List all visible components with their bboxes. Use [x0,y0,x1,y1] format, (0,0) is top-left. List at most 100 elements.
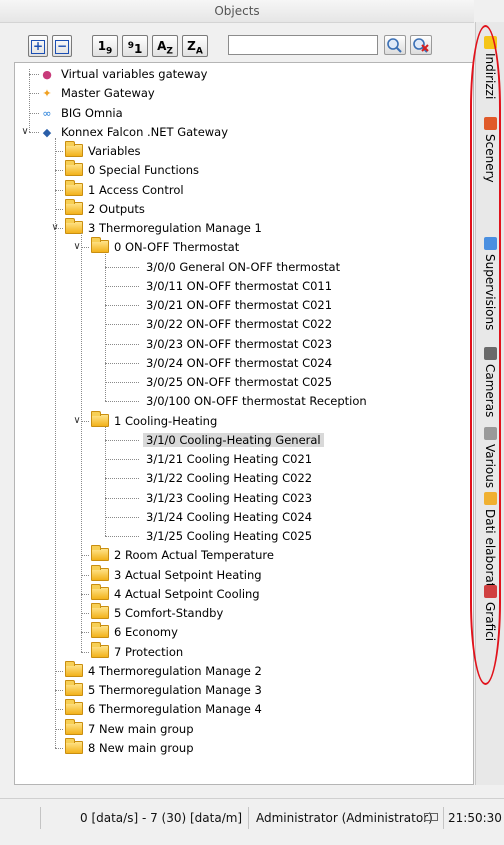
tree-folder[interactable]: 1 Cooling-Heating [91,410,220,430]
tree-item-label: Variables [88,144,141,158]
tree-leaf[interactable]: 3/1/21 Cooling Heating C021 [143,450,315,468]
folder-icon [65,198,83,215]
plus-icon: + [31,39,45,54]
search-input[interactable] [228,35,378,55]
tree-item-label: 3/0/23 ON-OFF thermostat C023 [146,336,333,351]
tree-line [105,253,106,402]
folder-icon [91,564,109,581]
tree-folder[interactable]: 4 Thermoregulation Manage 2 [65,660,265,680]
tree-item-label: 3/0/100 ON-OFF thermostat Reception [146,394,367,409]
tree-leaf[interactable]: 3/0/100 ON-OFF thermostat Reception [143,392,370,410]
sort-a-z-button[interactable]: AZ [152,35,178,57]
tree-leaf[interactable]: 3/0/24 ON-OFF thermostat C024 [143,354,335,372]
tree-folder[interactable]: 5 Comfort-Standby [91,603,226,622]
tree-folder[interactable]: 2 Outputs [65,198,148,218]
expand-arrow-icon[interactable]: ∨ [19,123,31,141]
folder-icon [65,737,83,754]
tree-leaf[interactable]: 3/1/0 Cooling-Heating General [143,431,324,449]
expand-all-button[interactable]: + [28,35,48,57]
tree-folder[interactable]: 6 Economy [91,622,181,641]
tree-folder[interactable]: 6 Thermoregulation Manage 4 [65,699,265,718]
tree-folder[interactable]: 3 Actual Setpoint Heating [91,564,265,584]
tree-item-label: 3/0/0 General ON-OFF thermostat [146,259,341,274]
folder-icon [91,237,109,254]
folder-icon [91,545,109,562]
tree-line [105,382,139,383]
tree-item-label: 5 Comfort-Standby [114,606,224,620]
tree-leaf[interactable]: 3/0/22 ON-OFF thermostat C022 [143,315,335,333]
tree-leaf[interactable]: 3/1/23 Cooling Heating C023 [143,489,315,507]
folder-icon [91,603,109,619]
tree-line [55,151,63,152]
tree-folder[interactable]: 0 ON-OFF Thermostat [91,237,242,256]
tree-line [105,266,139,268]
object-tree[interactable]: ● Virtual variables gateway ✦ Master Gatewa… [14,62,474,785]
tree-leaf[interactable]: 3/1/22 Cooling Heating C022 [143,469,315,487]
status-separator [443,807,444,829]
tree-item-label: Virtual variables gateway [61,67,208,81]
tree-line [105,439,139,441]
sort-z-a-main: Z [187,39,196,53]
search-button[interactable] [384,35,406,55]
tree-line [55,747,63,749]
tree-item-label: 4 Thermoregulation Manage 2 [88,663,262,678]
tree-folder[interactable]: 7 Protection [91,641,186,661]
tree-item-master-gateway[interactable]: ✦ Master Gateway [39,84,158,102]
tree-line [55,170,63,172]
tree-item-label: 7 Protection [114,644,184,659]
folder-icon [65,718,83,735]
panel-title: Objects [0,0,474,23]
current-user: Administrator (Administrator) [256,811,433,825]
tree-leaf[interactable]: 3/1/24 Cooling Heating C024 [143,508,315,526]
tree-folder[interactable]: 8 New main group [65,737,197,757]
sort-9-1-main: 1 [133,42,143,56]
tree-leaf[interactable]: 3/0/25 ON-OFF thermostat C025 [143,373,335,391]
tree-leaf[interactable]: 3/0/11 ON-OFF thermostat C011 [143,277,335,295]
tree-leaf[interactable]: 3/1/25 Cooling Heating C025 [143,527,315,545]
tree-line [105,305,139,306]
tree-line [55,709,63,711]
sort-a-z-main: A [157,39,167,53]
tree-item-label: 8 New main group [88,740,194,755]
tree-line [81,593,89,595]
tree-item-label: 3/0/25 ON-OFF thermostat C025 [146,375,333,389]
sort-1-9-button[interactable]: 19 [92,35,118,57]
keyboard-icon [424,813,438,821]
data-rate: 0 [data/s] - 7 (30) [data/m] [80,811,243,825]
folder-icon [65,699,83,716]
tree-item-label: 3/1/25 Cooling Heating C025 [146,529,313,543]
tree-item-big-omnia[interactable]: ∞ BIG Omnia [39,104,126,122]
tree-item-knx-gateway[interactable]: ◆ Konnex Falcon .NET Gateway [39,123,231,141]
tree-folder[interactable]: 7 New main group [65,718,197,738]
tree-leaf[interactable]: 3/0/21 ON-OFF thermostat C021 [143,296,335,314]
tree-leaf[interactable]: 3/0/0 General ON-OFF thermostat [143,258,343,276]
sort-9-1-button[interactable]: 91 [122,35,148,57]
collapse-all-button[interactable]: − [52,35,72,57]
tree-item-label: 1 Access Control [88,182,184,197]
tree-folder[interactable]: 0 Special Functions [65,160,202,179]
tree-folder[interactable]: 1 Access Control [65,179,187,199]
tree-leaf[interactable]: 3/0/23 ON-OFF thermostat C023 [143,335,335,353]
tree-line [55,728,63,730]
tree-folder[interactable]: 4 Actual Setpoint Cooling [91,583,263,603]
tree-item-label: Master Gateway [61,86,155,101]
magnifier-icon [387,38,402,53]
tree-folder[interactable]: 2 Room Actual Temperature [91,545,277,564]
sort-z-a-sub: A [195,46,203,57]
tree-item-label: 0 ON-OFF Thermostat [114,240,240,255]
tree-item-label: 2 Room Actual Temperature [114,548,274,563]
tree-folder[interactable]: 5 Thermoregulation Manage 3 [65,680,265,699]
sort-1-9-sub: 9 [106,46,113,57]
sort-z-a-button[interactable]: ZA [182,35,208,57]
tree-item-label: 0 Special Functions [88,163,199,178]
clear-search-button[interactable] [410,35,432,55]
tree-line [105,285,139,287]
tree-item-virtual-gateway[interactable]: ● Virtual variables gateway [39,65,210,83]
tree-item-label: Konnex Falcon .NET Gateway [61,124,229,139]
tree-folder[interactable]: 3 Thermoregulation Manage 1 [65,218,265,237]
tree-line [105,324,139,326]
tree-line [105,401,139,403]
tree-line [55,208,63,210]
tree-folder[interactable]: Variables [65,141,144,160]
clear-search-icon [413,38,429,53]
